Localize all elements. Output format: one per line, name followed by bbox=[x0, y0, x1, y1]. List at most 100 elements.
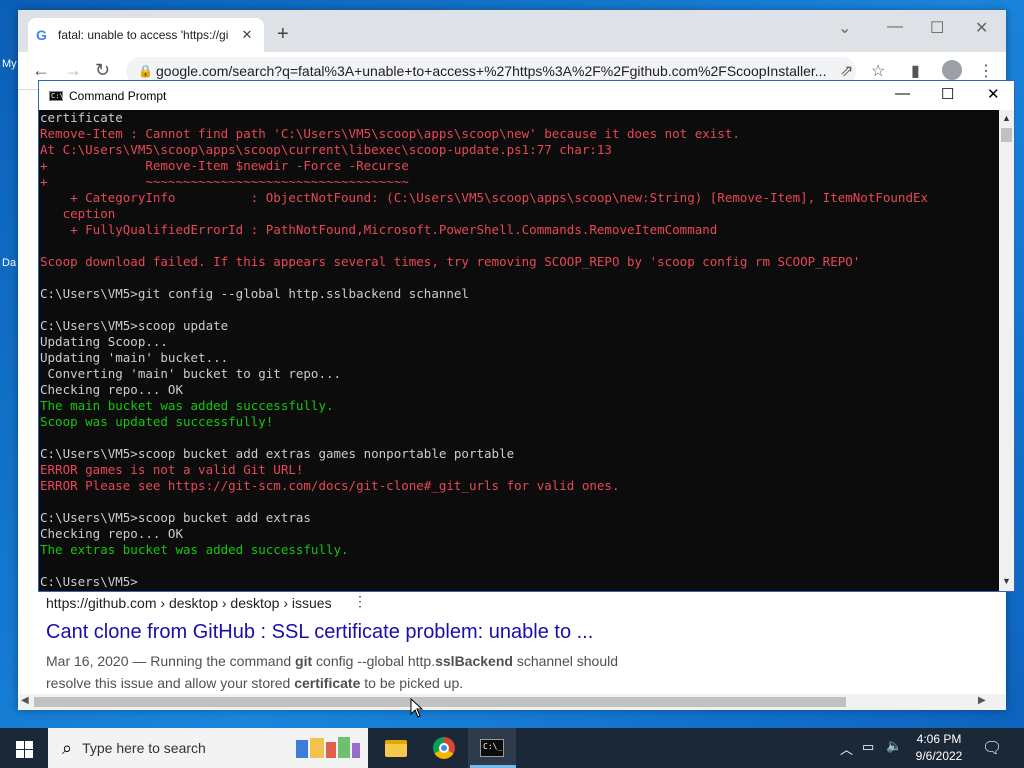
console-output[interactable]: certificate Remove-Item : Cannot find pat… bbox=[39, 110, 999, 591]
console-line: + CategoryInfo : ObjectNotFound: (C:\Use… bbox=[40, 190, 929, 205]
windows-logo-icon bbox=[25, 750, 33, 758]
snippet-bold: certificate bbox=[294, 675, 361, 691]
forward-icon[interactable]: → bbox=[64, 60, 82, 81]
clock-time: 4:06 PM bbox=[916, 732, 962, 746]
cmd-app-icon: C:\ bbox=[49, 90, 64, 101]
windows-logo-icon bbox=[25, 741, 33, 749]
command-prompt-window: C:\ Command Prompt — ☐ ✕ certificate Remo… bbox=[38, 80, 1015, 592]
side-panel-icon[interactable]: ▮ bbox=[911, 61, 920, 81]
browser-tab[interactable]: G fatal: unable to access 'https://gi ✕ bbox=[28, 18, 264, 52]
cmd-vertical-scrollbar[interactable]: ▲ ▼ bbox=[999, 110, 1014, 591]
terminal-icon: C:\_ bbox=[480, 739, 504, 757]
console-line: C:\Users\VM5>scoop bucket add extras gam… bbox=[40, 446, 515, 461]
console-line: The extras bucket was added successfully… bbox=[40, 542, 349, 557]
console-line: Scoop was updated successfully! bbox=[40, 414, 274, 429]
console-line: Remove-Item : Cannot find path 'C:\Users… bbox=[40, 126, 740, 141]
cmd-title-bar[interactable]: C:\ Command Prompt — ☐ ✕ bbox=[39, 81, 1014, 110]
reload-icon[interactable]: ↻ bbox=[95, 60, 110, 81]
desktop-icon-label[interactable]: Da bbox=[2, 257, 16, 269]
maximize-icon[interactable]: ☐ bbox=[930, 18, 944, 38]
file-explorer-taskbar-button[interactable] bbox=[372, 728, 420, 768]
console-line: ERROR games is not a valid Git URL! bbox=[40, 462, 304, 477]
console-line: At C:\Users\VM5\scoop\apps\scoop\current… bbox=[40, 142, 612, 157]
share-icon[interactable]: ⇗ bbox=[840, 61, 853, 81]
console-line: C:\Users\VM5>git config --global http.ss… bbox=[40, 286, 469, 301]
snippet-text: config --global http. bbox=[312, 653, 436, 669]
console-line: + Remove-Item $newdir -Force -Recurse bbox=[40, 158, 409, 173]
url-text: google.com/search?q=fatal%3A+unable+to+a… bbox=[156, 63, 827, 79]
search-highlight-illustration-icon bbox=[296, 737, 360, 758]
console-line: Updating 'main' bucket... bbox=[40, 350, 229, 365]
scroll-left-icon[interactable]: ◀ bbox=[21, 695, 29, 706]
scroll-down-icon[interactable]: ▼ bbox=[1002, 576, 1011, 586]
taskbar: ⌕ Type here to search C:\_ ︿ ▭ 🔈 4:06 PM… bbox=[0, 728, 1024, 768]
cmd-minimize-icon[interactable]: — bbox=[895, 85, 910, 102]
result-cite[interactable]: https://github.com › desktop › desktop ›… bbox=[46, 595, 332, 611]
taskbar-search-box[interactable]: ⌕ Type here to search bbox=[48, 728, 368, 768]
scrollbar-thumb[interactable] bbox=[34, 697, 846, 707]
search-result: https://github.com › desktop › desktop ›… bbox=[18, 590, 1006, 694]
more-options-icon[interactable]: ⋮ bbox=[353, 593, 367, 610]
minimize-icon[interactable]: — bbox=[887, 18, 903, 36]
cmd-maximize-icon[interactable]: ☐ bbox=[941, 85, 954, 103]
console-line: Scoop download failed. If this appears s… bbox=[40, 254, 861, 269]
scroll-up-icon[interactable]: ▲ bbox=[1002, 113, 1011, 123]
desktop-icon-label[interactable]: My bbox=[2, 58, 17, 70]
scroll-right-icon[interactable]: ▶ bbox=[978, 695, 986, 706]
profile-avatar-icon[interactable] bbox=[942, 60, 962, 80]
close-tab-icon[interactable]: ✕ bbox=[238, 27, 256, 43]
console-line: The main bucket was added successfully. bbox=[40, 398, 334, 413]
tab-search-icon[interactable]: ⌄ bbox=[838, 18, 851, 38]
new-tab-button[interactable]: + bbox=[277, 24, 289, 44]
snippet-date: Mar 16, 2020 bbox=[46, 653, 129, 669]
bookmark-star-icon[interactable]: ☆ bbox=[871, 61, 885, 81]
windows-logo-icon bbox=[16, 750, 24, 758]
console-line: ERROR Please see https://git-scm.com/doc… bbox=[40, 478, 620, 493]
snippet-text: — Running the command bbox=[128, 653, 296, 669]
chrome-taskbar-button[interactable] bbox=[420, 728, 468, 768]
console-line: C:\Users\VM5>scoop update bbox=[40, 318, 229, 333]
tab-strip: G fatal: unable to access 'https://gi ✕ … bbox=[18, 10, 1006, 52]
cmd-taskbar-button[interactable]: C:\_ bbox=[468, 728, 516, 768]
result-title-link[interactable]: Cant clone from GitHub : SSL certificate… bbox=[46, 621, 593, 644]
search-placeholder: Type here to search bbox=[82, 740, 206, 756]
notification-icon[interactable]: 🗨 bbox=[982, 738, 1002, 758]
console-line: Converting 'main' bucket to git repo... bbox=[40, 366, 342, 381]
console-line: ception bbox=[40, 206, 116, 221]
cmd-close-icon[interactable]: ✕ bbox=[987, 85, 1000, 103]
console-line: Checking repo... OK bbox=[40, 526, 183, 541]
mouse-cursor-icon bbox=[410, 698, 424, 718]
chevron-up-icon[interactable]: ︿ bbox=[840, 739, 853, 758]
chrome-icon bbox=[433, 737, 455, 759]
console-line: + FullyQualifiedErrorId : PathNotFound,M… bbox=[40, 222, 718, 237]
clock-date: 9/6/2022 bbox=[915, 749, 963, 763]
google-icon: G bbox=[36, 27, 47, 43]
network-icon[interactable]: ▭ bbox=[862, 739, 874, 755]
horizontal-scrollbar[interactable]: ◀ ▶ bbox=[18, 694, 1006, 710]
back-icon[interactable]: ← bbox=[32, 60, 50, 81]
folder-icon bbox=[385, 739, 407, 757]
menu-kebab-icon[interactable]: ⋮ bbox=[978, 61, 994, 81]
tab-title: fatal: unable to access 'https://gi bbox=[58, 28, 229, 42]
cmd-scrollbar-thumb[interactable] bbox=[1001, 128, 1012, 142]
snippet-bold: sslBackend bbox=[435, 653, 513, 669]
close-window-icon[interactable]: ✕ bbox=[975, 18, 988, 38]
cmd-window-title: Command Prompt bbox=[69, 88, 167, 103]
console-line: C:\Users\VM5> bbox=[40, 574, 138, 589]
lock-icon: 🔒 bbox=[138, 64, 153, 78]
console-line: C:\Users\VM5>scoop bucket add extras bbox=[40, 510, 311, 525]
console-line: certificate bbox=[40, 110, 123, 125]
taskbar-clock[interactable]: 4:06 PM 9/6/2022 bbox=[904, 731, 974, 765]
snippet-text: to be picked up. bbox=[360, 675, 464, 691]
console-line: Updating Scoop... bbox=[40, 334, 168, 349]
windows-logo-icon bbox=[16, 741, 24, 749]
volume-icon[interactable]: 🔈 bbox=[886, 738, 902, 754]
snippet-bold: git bbox=[295, 653, 313, 669]
start-button[interactable] bbox=[0, 728, 48, 768]
